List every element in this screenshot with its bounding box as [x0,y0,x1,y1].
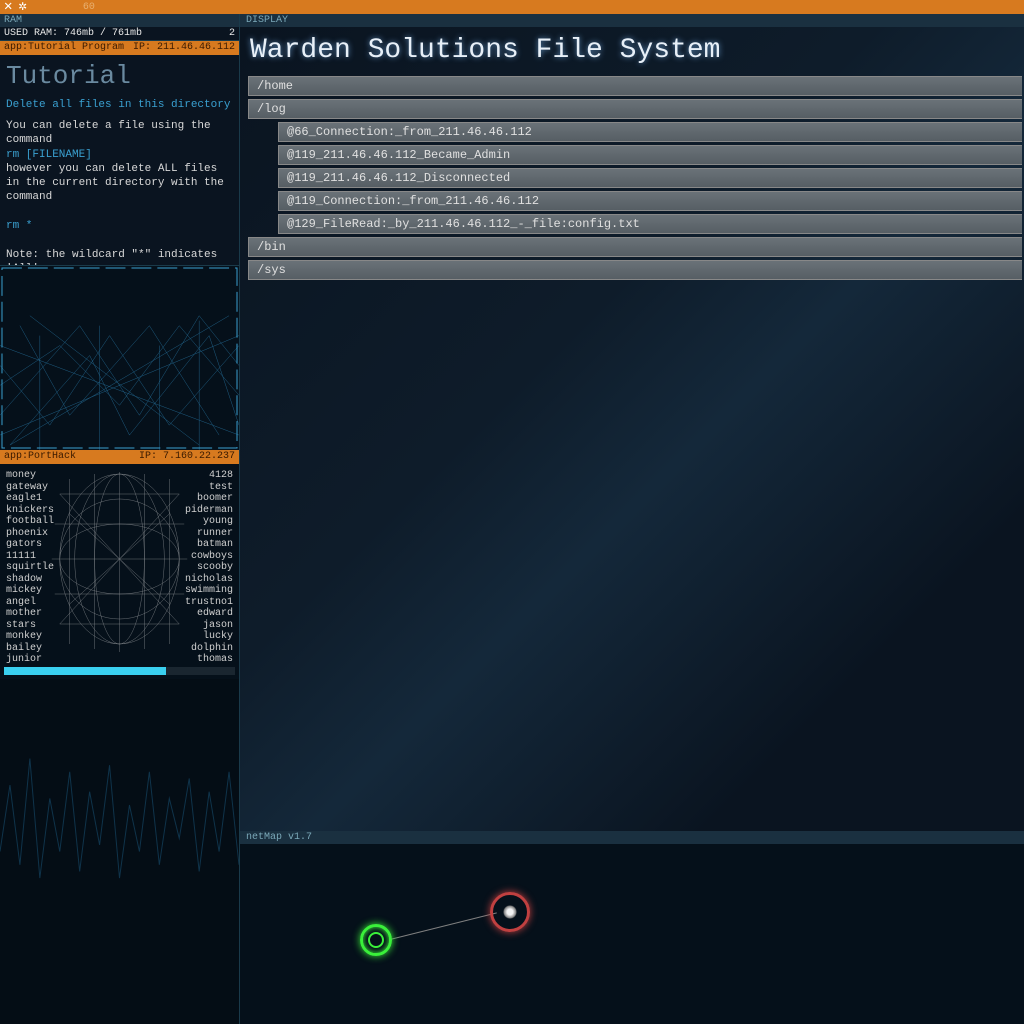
netmap-panel-header: netMap v1.7 [240,831,1024,844]
porthack-word: eagle1 [6,493,54,505]
title-bar: ✕ ✲ 60 [0,0,1024,14]
filesystem-folder[interactable]: /log [248,99,1022,119]
ram-used-text: USED RAM: 746mb / 761mb [4,28,142,39]
display-panel: Warden Solutions File System /home/log @6… [240,27,1024,831]
porthack-word: phoenix [6,528,54,540]
porthack-word: mickey [6,585,54,597]
porthack-right-column: 4128testboomerpidermanyoungrunnerbatmanc… [185,470,233,663]
gear-icon[interactable]: ✲ [18,0,26,14]
netmap-node-target[interactable] [490,892,530,932]
porthack-word: angel [6,597,54,609]
porthack-word: swimming [185,585,233,597]
porthack-app-name: app:PortHack [0,450,135,464]
fps-counter: 60 [83,2,95,13]
tutorial-cmd1: rm [FILENAME] [6,149,92,161]
porthack-progress [4,667,235,675]
tutorial-title: Tutorial [6,61,233,91]
filesystem-rows: /home/log @66_Connection:_from_211.46.46.… [248,76,1022,280]
porthack-word: piderman [185,505,233,517]
porthack-word: cowboys [185,551,233,563]
porthack-word: knickers [6,505,54,517]
porthack-word: edward [185,608,233,620]
audio-visualizer [0,679,239,1024]
ram-panel-header: RAM [0,14,239,27]
porthack-word: 11111 [6,551,54,563]
porthack-word: trustno1 [185,597,233,609]
porthack-progress-fill [4,667,166,675]
wireframe-visual [0,265,239,450]
porthack-word: boomer [185,493,233,505]
porthack-word: young [185,516,233,528]
filesystem-file[interactable]: @119_211.46.46.112_Disconnected [278,168,1022,188]
ram-app-bar-porthack[interactable]: app:PortHack IP: 7.160.22.237 [0,450,239,464]
porthack-app-ip: IP: 7.160.22.237 [135,450,239,464]
porthack-word: thomas [185,654,233,666]
right-column: DISPLAY Warden Solutions File System /ho… [240,14,1024,1024]
filesystem-file[interactable]: @119_Connection:_from_211.46.46.112 [278,191,1022,211]
filesystem-folder[interactable]: /home [248,76,1022,96]
porthack-word: dolphin [185,643,233,655]
tutorial-line2: however you can delete ALL files in the … [6,163,224,204]
porthack-word: football [6,516,54,528]
porthack-word: test [185,482,233,494]
ram-app-name: app:Tutorial Program [0,41,129,55]
left-column: RAM USED RAM: 746mb / 761mb 2 app:Tutori… [0,14,240,1024]
porthack-word: jason [185,620,233,632]
netmap-node-home[interactable] [360,924,392,956]
close-icon[interactable]: ✕ [4,0,12,14]
porthack-panel: moneygatewayeagle1knickersfootballphoeni… [0,464,239,679]
netmap-panel[interactable] [240,844,1024,1024]
ram-stats: USED RAM: 746mb / 761mb 2 [0,27,239,41]
porthack-word: bailey [6,643,54,655]
filesystem-file[interactable]: @119_211.46.46.112_Became_Admin [278,145,1022,165]
tutorial-panel: Tutorial Delete all files in this direct… [0,55,239,265]
porthack-word: batman [185,539,233,551]
porthack-word: runner [185,528,233,540]
tutorial-subtitle: Delete all files in this directory [6,99,233,111]
tutorial-line1: You can delete a file using the command [6,120,211,146]
porthack-word: junior [6,654,54,666]
porthack-word: scooby [185,562,233,574]
filesystem-folder[interactable]: /bin [248,237,1022,257]
porthack-word: monkey [6,631,54,643]
porthack-word: gators [6,539,54,551]
ram-app-ip: IP: 211.46.46.112 [129,41,239,55]
tutorial-cmd2: rm * [6,220,32,232]
porthack-word: shadow [6,574,54,586]
filesystem-file[interactable]: @129_FileRead:_by_211.46.46.112_-_file:c… [278,214,1022,234]
porthack-word: lucky [185,631,233,643]
ram-app-bar-tutorial[interactable]: app:Tutorial Program IP: 211.46.46.112 [0,41,239,55]
porthack-word: 4128 [185,470,233,482]
porthack-word: money [6,470,54,482]
filesystem-title: Warden Solutions File System [248,35,1022,66]
porthack-word: squirtle [6,562,54,574]
filesystem-folder[interactable]: /sys [248,260,1022,280]
porthack-word: nicholas [185,574,233,586]
netmap-link [390,912,497,940]
porthack-left-column: moneygatewayeagle1knickersfootballphoeni… [6,470,54,663]
porthack-word: gateway [6,482,54,494]
filesystem-file[interactable]: @66_Connection:_from_211.46.46.112 [278,122,1022,142]
ram-process-count: 2 [229,28,235,39]
porthack-word: stars [6,620,54,632]
display-panel-header: DISPLAY [240,14,1024,27]
porthack-word: mother [6,608,54,620]
